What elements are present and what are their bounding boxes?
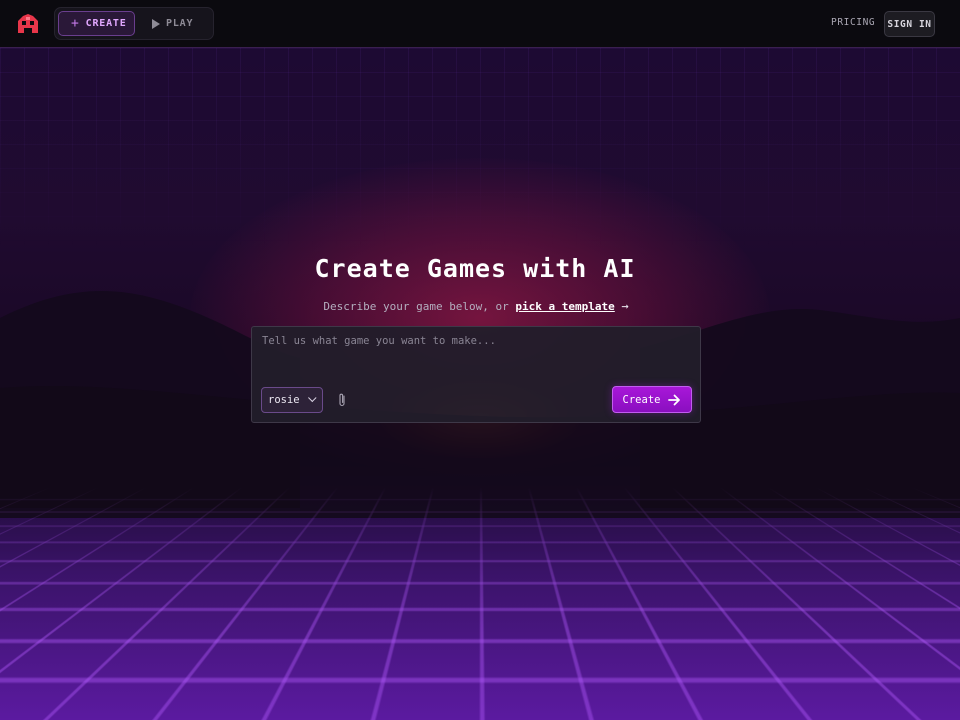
create-mode-label: CREATE — [86, 18, 127, 29]
play-mode-label: PLAY — [166, 18, 193, 29]
subtitle-text: Describe your game below, or — [323, 300, 515, 313]
create-button-label: Create — [623, 394, 661, 406]
create-mode-button[interactable]: + CREATE — [58, 11, 135, 36]
paperclip-icon[interactable] — [336, 392, 348, 408]
arrow-right-icon: → — [621, 299, 628, 313]
top-navbar: + CREATE PLAY PRICING SIGN IN — [0, 0, 960, 48]
sign-in-button[interactable]: SIGN IN — [884, 11, 935, 37]
hero-subtitle: Describe your game below, or pick a temp… — [0, 299, 952, 313]
chevron-down-icon — [308, 394, 316, 402]
play-mode-button[interactable]: PLAY — [152, 11, 193, 36]
pricing-link[interactable]: PRICING — [831, 17, 875, 28]
prompt-box: rosie Create — [251, 326, 701, 423]
brand-logo-icon[interactable] — [17, 13, 39, 35]
model-selected-label: rosie — [268, 394, 300, 406]
page-title: Create Games with AI — [0, 254, 950, 283]
model-select[interactable]: rosie — [261, 387, 323, 413]
game-prompt-input[interactable] — [262, 335, 692, 375]
create-button[interactable]: Create — [612, 386, 692, 413]
pick-template-link[interactable]: pick a template — [515, 300, 614, 313]
play-icon — [152, 19, 160, 29]
mode-switch: + CREATE PLAY — [54, 7, 214, 40]
arrow-right-icon — [668, 394, 681, 406]
plus-icon: + — [71, 16, 80, 31]
